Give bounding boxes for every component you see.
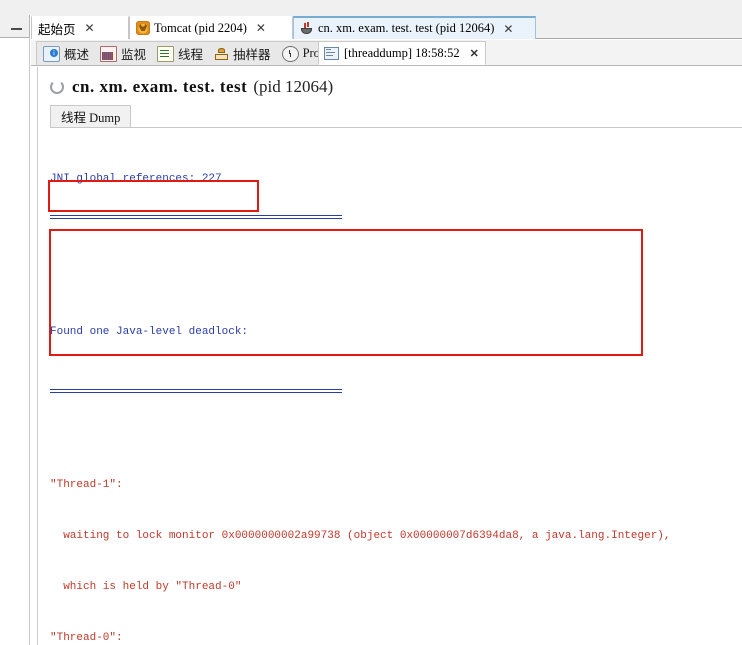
close-icon[interactable]: ✕ (500, 22, 516, 36)
dump-blank (50, 222, 738, 239)
sampler-icon (214, 47, 229, 61)
close-icon[interactable]: ✕ (253, 21, 269, 35)
loading-spinner-icon (50, 80, 64, 94)
tab-label: cn. xm. exam. test. test (pid 12064) (318, 21, 495, 35)
netbeans-profiler-window: 起始页 ✕ Tomcat (pid 2204) ✕ cn. xm. exam. … (0, 0, 742, 645)
page-title-pid: (pid 12064) (253, 77, 334, 96)
tab-label: 起始页 (38, 22, 76, 37)
tab-overview[interactable]: 概述 (39, 43, 96, 65)
tab-threads[interactable]: 线程 (153, 43, 210, 65)
left-dock-panel (0, 15, 30, 645)
view-tab-label: 监视 (121, 48, 147, 62)
tab-thread-dump[interactable]: 线程 Dump (50, 105, 132, 127)
dump-blank (50, 426, 738, 443)
threads-icon (157, 45, 175, 62)
tab-monitor[interactable]: 监视 (96, 43, 153, 65)
dump-line-jni: JNI global references: 227 (50, 173, 222, 185)
editor-tabbar: 起始页 ✕ Tomcat (pid 2204) ✕ cn. xm. exam. … (31, 15, 742, 39)
window-top-strip (0, 0, 742, 15)
tab-tomcat[interactable]: Tomcat (pid 2204) ✕ (129, 16, 293, 39)
page-title: cn. xm. exam. test. test (pid 12064) (50, 77, 333, 97)
dump-line: "Thread-0": (50, 632, 123, 644)
dump-line: which is held by "Thread-0" (50, 581, 242, 593)
dump-line: "Thread-1": (50, 479, 123, 491)
section-tabstrip: 线程 Dump (50, 105, 742, 128)
view-subtoolbar: 概述 监视 线程 抽样器 Profiler [threaddump] 18:58… (31, 40, 742, 66)
java-icon (300, 22, 314, 36)
monitor-icon (100, 45, 118, 62)
view-tab-label: 线程 (178, 48, 204, 62)
view-tab-group: 概述 监视 线程 抽样器 Profiler (36, 41, 351, 65)
dump-content-inner: cn. xm. exam. test. test (pid 12064) 线程 … (37, 67, 742, 645)
left-dock-header (0, 15, 30, 38)
divider-after-deadlock-header (50, 215, 342, 219)
overview-icon (43, 45, 60, 62)
tomcat-icon (136, 21, 150, 35)
tab-threaddump[interactable]: [threaddump] 18:58:52 ✕ (318, 41, 486, 65)
dump-line: waiting to lock monitor 0x0000000002a997… (50, 530, 671, 542)
close-icon[interactable]: ✕ (470, 47, 479, 60)
tab-cn-xm-exam-test-test[interactable]: cn. xm. exam. test. test (pid 12064) ✕ (293, 16, 536, 39)
view-tab-label: 概述 (64, 48, 90, 62)
dump-blank (50, 273, 738, 290)
threaddump-tab-label: [threaddump] 18:58:52 (344, 45, 460, 60)
minimize-icon[interactable] (10, 24, 24, 34)
divider-after-stack-header (50, 389, 342, 393)
view-tab-label: 抽样器 (233, 48, 271, 62)
profiler-icon (281, 45, 299, 62)
page-title-name: cn. xm. exam. test. test (72, 77, 248, 96)
section-tab-label: 线程 Dump (61, 111, 121, 125)
close-icon[interactable]: ✕ (82, 21, 98, 35)
tab-label: Tomcat (pid 2204) (154, 20, 247, 35)
threaddump-icon (324, 46, 339, 60)
dump-line-found-deadlock: Found one Java-level deadlock: (50, 326, 249, 338)
dump-content-area: cn. xm. exam. test. test (pid 12064) 线程 … (31, 67, 742, 645)
tab-sampler[interactable]: 抽样器 (210, 43, 278, 65)
tab-start-page[interactable]: 起始页 ✕ (31, 16, 129, 39)
